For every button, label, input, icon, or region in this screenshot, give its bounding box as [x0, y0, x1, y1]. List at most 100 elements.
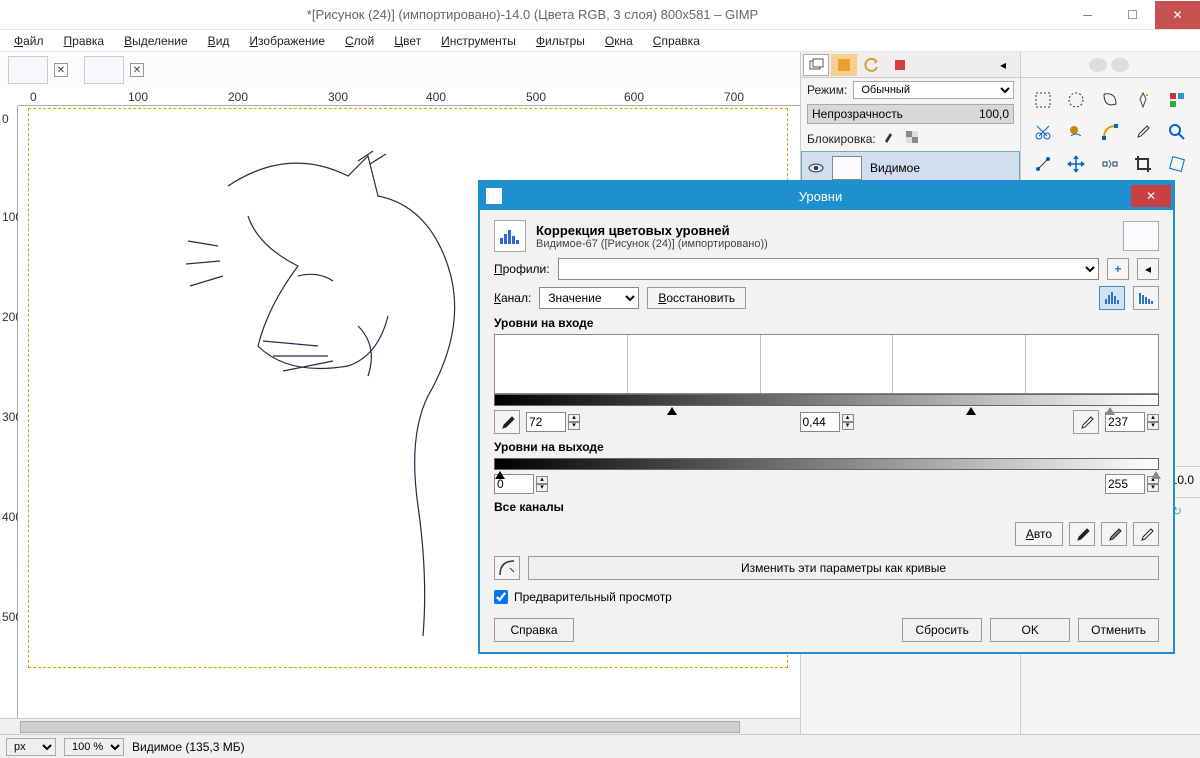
window-minimize-button[interactable]: ─: [1065, 1, 1110, 29]
tool-paths-icon[interactable]: [1096, 118, 1124, 146]
spinner-down-icon[interactable]: ▾: [842, 422, 854, 430]
input-gamma-handle[interactable]: [966, 407, 976, 415]
histogram-log-icon[interactable]: [1133, 286, 1159, 310]
tool-zoom-icon[interactable]: [1163, 118, 1191, 146]
ruler-mark: 600: [624, 90, 644, 104]
spinner-up-icon[interactable]: ▴: [568, 414, 580, 422]
tool-by-color-select-icon[interactable]: [1163, 86, 1191, 114]
panel-menu-icon[interactable]: ◂: [990, 54, 1016, 76]
scrollbar-thumb[interactable]: [20, 721, 740, 733]
menu-windows[interactable]: Окна: [595, 32, 643, 50]
tool-crop-icon[interactable]: [1129, 150, 1157, 178]
edit-curves-icon[interactable]: [494, 556, 520, 580]
dialog-close-button[interactable]: ✕: [1131, 185, 1171, 207]
channel-select[interactable]: Значение: [539, 287, 639, 309]
layers-panel-tabs: ◂: [801, 52, 1020, 78]
input-low-field[interactable]: [526, 412, 566, 432]
window-close-button[interactable]: ✕: [1155, 1, 1200, 29]
tool-align-icon[interactable]: [1096, 150, 1124, 178]
spinner-down-icon[interactable]: ▾: [568, 422, 580, 430]
reset-channel-button[interactable]: Восстановить: [647, 287, 746, 309]
undo-tab-icon[interactable]: [859, 54, 885, 76]
close-tab-icon[interactable]: ✕: [130, 63, 144, 77]
tool-color-picker-icon[interactable]: [1129, 118, 1157, 146]
spinner-down-icon[interactable]: ▾: [536, 484, 548, 492]
input-levels-label: Уровни на входе: [494, 316, 1159, 330]
menu-image[interactable]: Изображение: [239, 32, 335, 50]
unit-select[interactable]: px: [6, 738, 56, 756]
auto-pick-gray-icon[interactable]: [1101, 522, 1127, 546]
input-gamma-field[interactable]: [800, 412, 840, 432]
tool-rotate-icon[interactable]: [1163, 150, 1191, 178]
paths-tab-icon[interactable]: [887, 54, 913, 76]
add-profile-button[interactable]: +: [1107, 258, 1129, 280]
ruler-horizontal[interactable]: 0 100 200 300 400 500 600 700: [18, 88, 800, 106]
tool-fuzzy-select-icon[interactable]: [1129, 86, 1157, 114]
levels-header-icon: [494, 220, 526, 252]
auto-button[interactable]: Авто: [1015, 522, 1063, 546]
visibility-eye-icon[interactable]: [808, 160, 824, 176]
auto-pick-white-icon[interactable]: [1133, 522, 1159, 546]
auto-pick-black-icon[interactable]: [1069, 522, 1095, 546]
document-tab-2[interactable]: ✕: [78, 52, 150, 88]
menu-filters[interactable]: Фильтры: [526, 32, 595, 50]
menu-help[interactable]: Справка: [643, 32, 710, 50]
edit-as-curves-button[interactable]: Изменить эти параметры как кривые: [528, 556, 1159, 580]
canvas-horizontal-scrollbar[interactable]: [0, 718, 800, 734]
tool-measure-icon[interactable]: [1029, 150, 1057, 178]
histogram[interactable]: [494, 334, 1159, 394]
menu-tools[interactable]: Инструменты: [431, 32, 526, 50]
input-high-handle[interactable]: [1105, 407, 1115, 415]
zoom-select[interactable]: 100 %: [64, 738, 124, 756]
menu-file[interactable]: Файл: [4, 32, 54, 50]
close-tab-icon[interactable]: ✕: [54, 63, 68, 77]
tool-free-select-icon[interactable]: [1096, 86, 1124, 114]
tool-foreground-select-icon[interactable]: [1062, 118, 1090, 146]
profile-menu-button[interactable]: ◂: [1137, 258, 1159, 280]
ruler-vertical[interactable]: 0 100 200 300 400 500: [0, 106, 18, 718]
output-levels-label: Уровни на выходе: [494, 440, 1159, 454]
output-high-field[interactable]: [1105, 474, 1145, 494]
menu-view[interactable]: Вид: [198, 32, 240, 50]
histogram-linear-icon[interactable]: [1099, 286, 1125, 310]
spinner-down-icon[interactable]: ▾: [1147, 422, 1159, 430]
spinner-up-icon[interactable]: ▴: [1147, 414, 1159, 422]
cancel-button[interactable]: Отменить: [1078, 618, 1159, 642]
preview-checkbox-label[interactable]: Предварительный просмотр: [514, 590, 672, 604]
input-high-field[interactable]: [1105, 412, 1145, 432]
opacity-slider[interactable]: Непрозрачность 100,0: [807, 104, 1014, 124]
input-low-handle[interactable]: [667, 407, 677, 415]
pick-white-point-icon[interactable]: [1073, 410, 1099, 434]
ok-button[interactable]: OK: [990, 618, 1070, 642]
menu-layer[interactable]: Слой: [335, 32, 384, 50]
mode-select[interactable]: Обычный: [853, 81, 1014, 99]
document-tab-1[interactable]: ✕: [2, 52, 74, 88]
output-low-handle[interactable]: [495, 471, 505, 479]
dialog-layer-preview: [1123, 221, 1159, 251]
input-gradient[interactable]: [494, 394, 1159, 406]
profiles-select[interactable]: [558, 258, 1099, 280]
layer-name[interactable]: Видимое: [870, 161, 920, 175]
menu-edit[interactable]: Правка: [54, 32, 115, 50]
output-gradient[interactable]: [494, 458, 1159, 470]
output-high-handle[interactable]: [1151, 471, 1161, 479]
window-maximize-button[interactable]: ☐: [1110, 1, 1155, 29]
lock-paint-icon[interactable]: [882, 129, 898, 148]
channels-tab-icon[interactable]: [831, 54, 857, 76]
menu-color[interactable]: Цвет: [384, 32, 431, 50]
menu-select[interactable]: Выделение: [114, 32, 198, 50]
tool-rect-select-icon[interactable]: [1029, 86, 1057, 114]
tool-move-icon[interactable]: [1062, 150, 1090, 178]
tool-scissors-icon[interactable]: [1029, 118, 1057, 146]
dialog-titlebar[interactable]: Уровни ✕: [480, 182, 1173, 210]
spinner-up-icon[interactable]: ▴: [536, 476, 548, 484]
spinner-up-icon[interactable]: ▴: [842, 414, 854, 422]
help-button[interactable]: Справка: [494, 618, 574, 642]
spinner-down-icon[interactable]: ▾: [1147, 484, 1159, 492]
lock-alpha-icon[interactable]: [904, 129, 920, 148]
reset-button[interactable]: Сбросить: [902, 618, 982, 642]
layers-tab-icon[interactable]: [803, 54, 829, 76]
tool-ellipse-select-icon[interactable]: [1062, 86, 1090, 114]
preview-checkbox[interactable]: [494, 590, 508, 604]
pick-black-point-icon[interactable]: [494, 410, 520, 434]
